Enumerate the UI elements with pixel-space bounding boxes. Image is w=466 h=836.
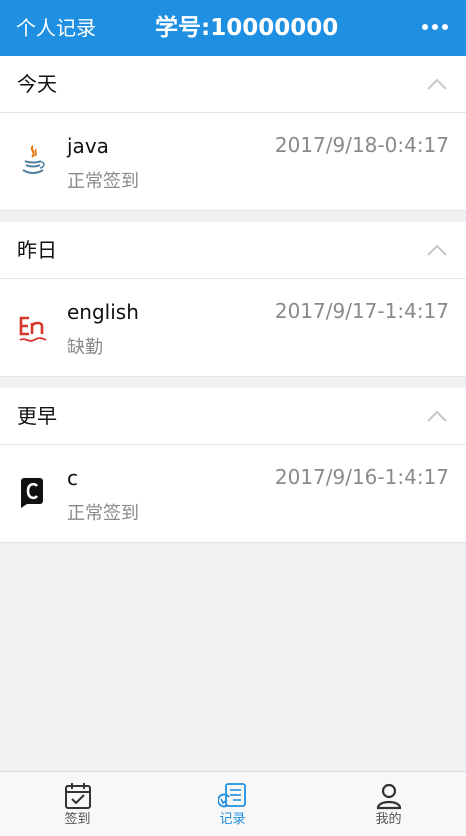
course-name: english	[67, 300, 139, 324]
tab-records[interactable]: 记录	[155, 772, 310, 836]
page-title: 学号:10000000	[155, 15, 339, 41]
section-title: 更早	[17, 404, 57, 428]
c-language-icon	[21, 478, 43, 508]
java-logo-icon	[22, 145, 45, 174]
chevron-up-icon[interactable]	[427, 244, 447, 256]
tab-checkin[interactable]: 签到	[0, 772, 155, 836]
chevron-up-icon[interactable]	[427, 410, 447, 422]
section-earlier: 更早 c 2017/9/16-1:4:17 正常签到	[0, 388, 466, 543]
record-status: 缺勤	[67, 337, 103, 358]
tab-profile[interactable]: 我的	[311, 772, 466, 836]
section-header-earlier[interactable]: 更早	[0, 388, 466, 445]
section-header-today[interactable]: 今天	[0, 56, 466, 113]
section-header-yesterday[interactable]: 昨日	[0, 222, 466, 279]
english-logo-icon	[19, 316, 47, 342]
list-item-c[interactable]: c 2017/9/16-1:4:17 正常签到	[0, 445, 466, 543]
record-time: 2017/9/16-1:4:17	[274, 465, 449, 489]
user-icon	[376, 783, 402, 810]
section-today: 今天 java 2017/9/18-0:4:17 正常签到	[0, 56, 466, 211]
tab-label: 我的	[375, 812, 402, 827]
list-item-java[interactable]: java 2017/9/18-0:4:17 正常签到	[0, 113, 466, 211]
bottom-tab-bar: 签到 记录 我的	[0, 771, 466, 836]
record-time: 2017/9/17-1:4:17	[274, 299, 449, 323]
course-name: c	[67, 466, 78, 490]
record-status: 正常签到	[67, 503, 139, 524]
record-status: 正常签到	[67, 171, 139, 192]
record-time: 2017/9/18-0:4:17	[274, 133, 449, 157]
section-yesterday: 昨日 english 2017/9/17-1:4:17 缺勤	[0, 222, 466, 377]
chevron-up-icon[interactable]	[427, 78, 447, 90]
app-header: 个人记录 学号:10000000	[0, 0, 466, 56]
more-icon[interactable]	[422, 24, 448, 32]
list-item-english[interactable]: english 2017/9/17-1:4:17 缺勤	[0, 279, 466, 377]
section-title: 今天	[17, 72, 57, 96]
tab-label: 记录	[219, 812, 246, 827]
section-title: 昨日	[17, 238, 57, 262]
tab-label: 签到	[64, 812, 91, 827]
course-name: java	[67, 134, 109, 158]
header-left-title[interactable]: 个人记录	[16, 15, 96, 41]
records-icon	[218, 783, 246, 808]
calendar-check-icon	[65, 783, 91, 809]
